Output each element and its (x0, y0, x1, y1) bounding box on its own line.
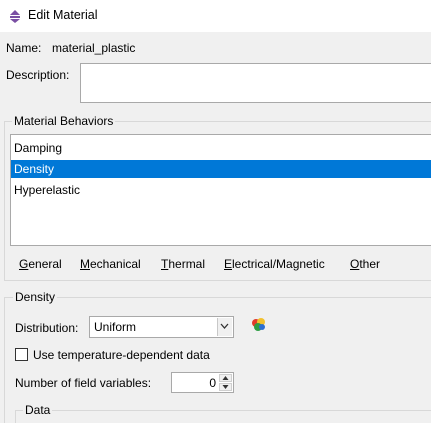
field-variables-spinner[interactable]: 0 (171, 372, 234, 393)
density-title: Density (13, 290, 58, 304)
field-variables-stepper[interactable] (219, 374, 232, 391)
data-title: Data (23, 403, 53, 417)
temperature-dependent-checkbox[interactable] (15, 348, 28, 361)
edit-material-icon (10, 10, 20, 23)
menu-general-mnemonic: G (19, 257, 29, 271)
description-label: Description: (6, 68, 70, 82)
menu-electrical-magnetic[interactable]: Electrical/Magnetic (224, 257, 325, 271)
field-variables-value: 0 (209, 376, 216, 390)
description-input[interactable] (80, 63, 431, 103)
menu-mechanical-label: echanical (90, 257, 141, 271)
list-item-density[interactable]: Density (11, 160, 431, 178)
distribution-value: Uniform (94, 320, 137, 334)
menu-thermal-label: hermal (168, 257, 206, 271)
distribution-dropdown-button[interactable] (217, 318, 232, 336)
arrow-down-icon (222, 385, 229, 389)
list-item-damping[interactable]: Damping (11, 139, 431, 157)
arrow-up-icon (222, 376, 229, 380)
menu-other-label: ther (359, 257, 381, 271)
chevron-down-icon (220, 323, 229, 329)
menu-general[interactable]: General (19, 257, 62, 271)
distribution-label: Distribution: (15, 321, 79, 335)
material-behaviors-title: Material Behaviors (12, 114, 116, 128)
menu-electrical-magnetic-label: lectrical/Magnetic (232, 257, 325, 271)
menu-mechanical[interactable]: Mechanical (80, 257, 141, 271)
menu-general-label: eneral (28, 257, 62, 271)
menu-other[interactable]: Other (350, 257, 380, 271)
material-name-value: material_plastic (52, 41, 136, 55)
field-variables-label: Number of field variables: (15, 376, 152, 390)
distribution-select[interactable]: Uniform (89, 316, 234, 338)
create-analytical-field-icon[interactable] (250, 317, 268, 333)
material-behaviors-list[interactable]: Damping Density Hyperelastic (10, 134, 431, 246)
menu-electrical-magnetic-mnemonic: E (224, 257, 233, 271)
window-title: Edit Material (28, 8, 98, 22)
list-item-hyperelastic[interactable]: Hyperelastic (11, 181, 431, 199)
increment-button[interactable] (219, 374, 232, 382)
menu-other-mnemonic: O (350, 257, 360, 271)
menu-thermal[interactable]: Thermal (161, 257, 205, 271)
data-group (15, 410, 431, 423)
menu-mechanical-mnemonic: M (80, 257, 90, 271)
decrement-button[interactable] (219, 383, 232, 391)
temperature-dependent-label: Use temperature-dependent data (33, 348, 210, 362)
name-label: Name: (6, 41, 42, 55)
